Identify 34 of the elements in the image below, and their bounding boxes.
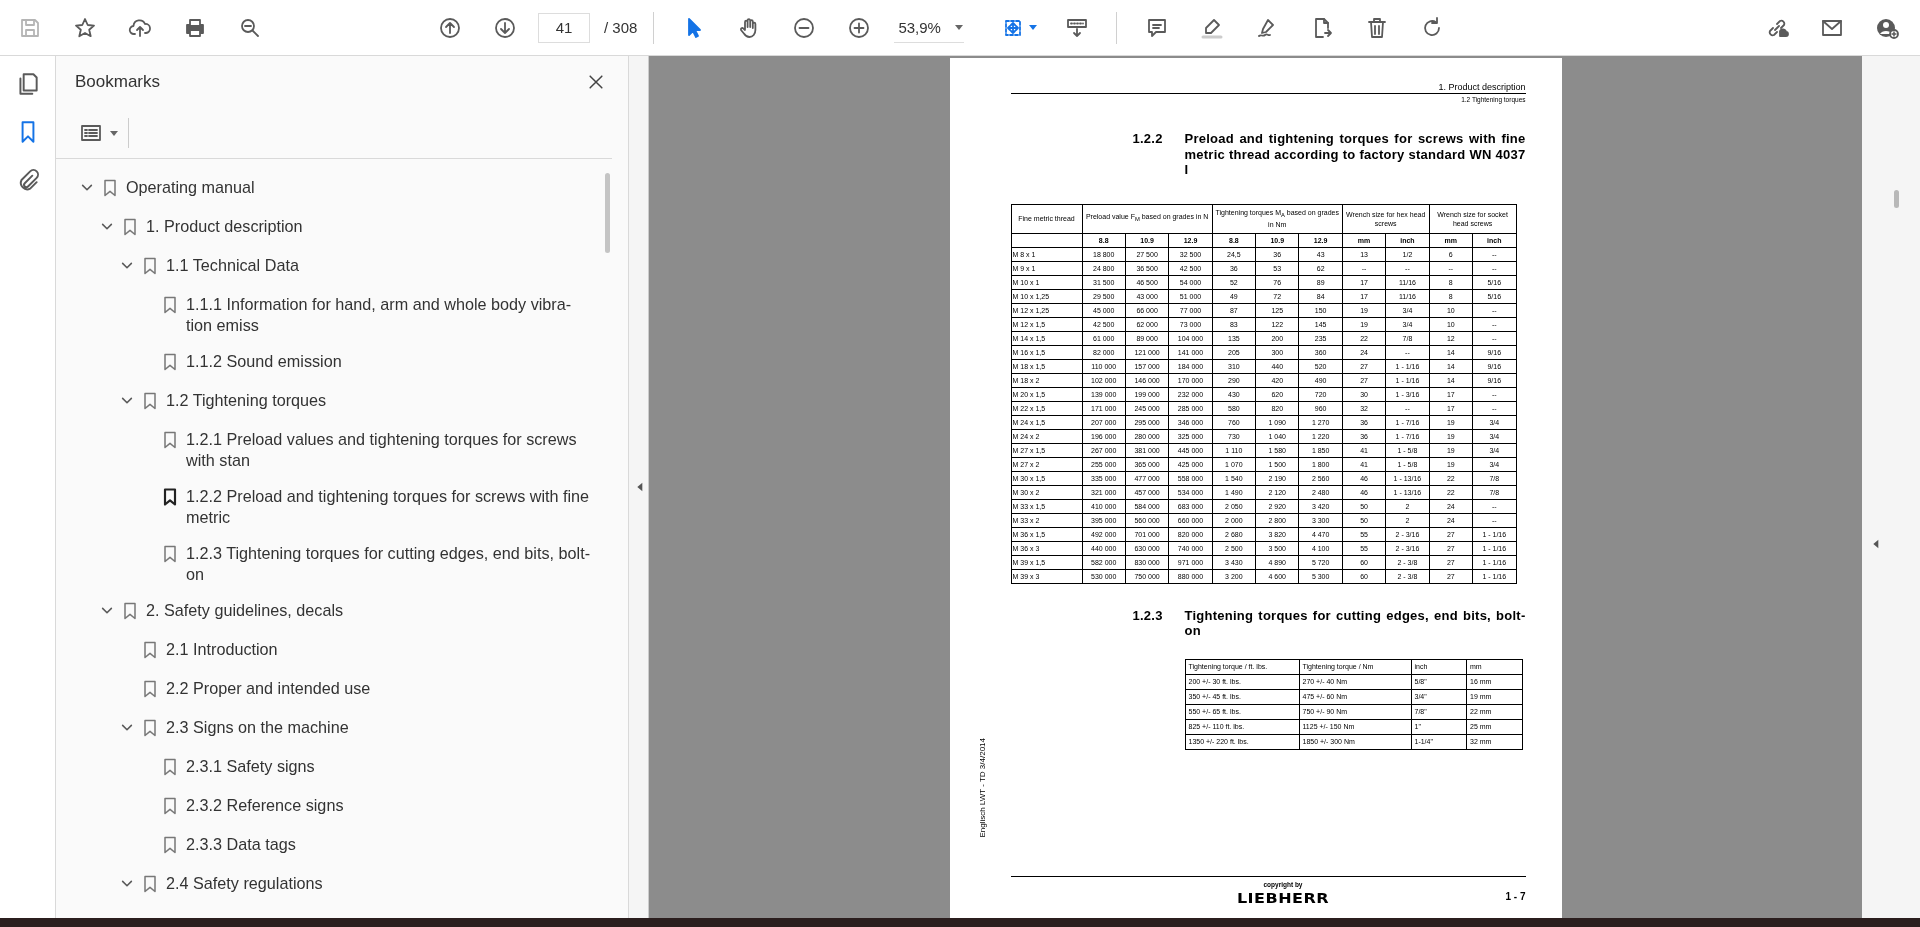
- minus-icon: [792, 15, 817, 40]
- zoom-dropdown[interactable]: 53,9%: [894, 12, 965, 43]
- bookmark-item[interactable]: 2.3.3 Data tags: [186, 832, 296, 855]
- bookmark-item[interactable]: 1.1.2 Sound emission: [186, 349, 342, 372]
- plus-icon: [847, 15, 872, 40]
- bookmark-item[interactable]: 1.1.1 Information for hand, arm and whole body vibra- tion emiss: [186, 292, 594, 336]
- bookmark-item[interactable]: Operating manual: [126, 175, 255, 198]
- bookmark-item[interactable]: 2.4 Safety regulations: [166, 871, 323, 894]
- bookmark-item[interactable]: 1.2 Tightening torques: [166, 388, 327, 411]
- scrollbar-thumb[interactable]: [605, 173, 610, 253]
- bookmark-item[interactable]: 2. Safety guidelines, decals: [146, 598, 344, 621]
- page-header: 1. Product description: [1010, 82, 1526, 94]
- bookmark-item[interactable]: 2.3 Signs on the machine: [166, 715, 349, 738]
- bookmark-item[interactable]: 1.2.1 Preload values and tightening torques for screws with stan: [186, 427, 594, 471]
- section-number: 1.2.3: [1131, 607, 1164, 625]
- section-title: Tightening torques for cutting edges, end bits, bolt-on: [1184, 607, 1526, 639]
- panel-title: Bookmarks: [75, 72, 161, 92]
- bookmark-item[interactable]: 1. Product description: [146, 214, 303, 237]
- page-number-field[interactable]: 41: [538, 12, 590, 43]
- bookmark-item[interactable]: 2.3.2 Reference signs: [186, 793, 344, 816]
- bookmark-item[interactable]: 2.2 Proper and intended use: [166, 676, 371, 699]
- star-icon: [73, 15, 97, 40]
- page-total: / 308: [604, 19, 638, 36]
- bookmark-item[interactable]: 1.1 Technical Data: [166, 253, 299, 276]
- bookmark-item[interactable]: 1.2.3 Tightening torques for cutting edges, end bits, bolt-on: [186, 541, 594, 585]
- section-number: 1.2.2: [1131, 131, 1164, 148]
- margin-note: Englisch LWT - TD 3/4/2014: [977, 738, 987, 838]
- brand-logo: LIEBHERR: [1236, 889, 1330, 908]
- scrollbar-thumb[interactable]: [1894, 190, 1899, 208]
- page-label: 1 - 7: [1505, 891, 1526, 902]
- section-title: Preload and tightening torques for screws with fine metric thread according to factory standard WN 4037 I: [1184, 131, 1526, 178]
- bookmark-item[interactable]: 2.1 Introduction: [166, 637, 278, 660]
- bookmark-item[interactable]: 1.2.2 Preload and tightening torques for screws with fine metric: [186, 484, 594, 528]
- bookmark-item[interactable]: 2.3.1 Safety signs: [186, 754, 315, 777]
